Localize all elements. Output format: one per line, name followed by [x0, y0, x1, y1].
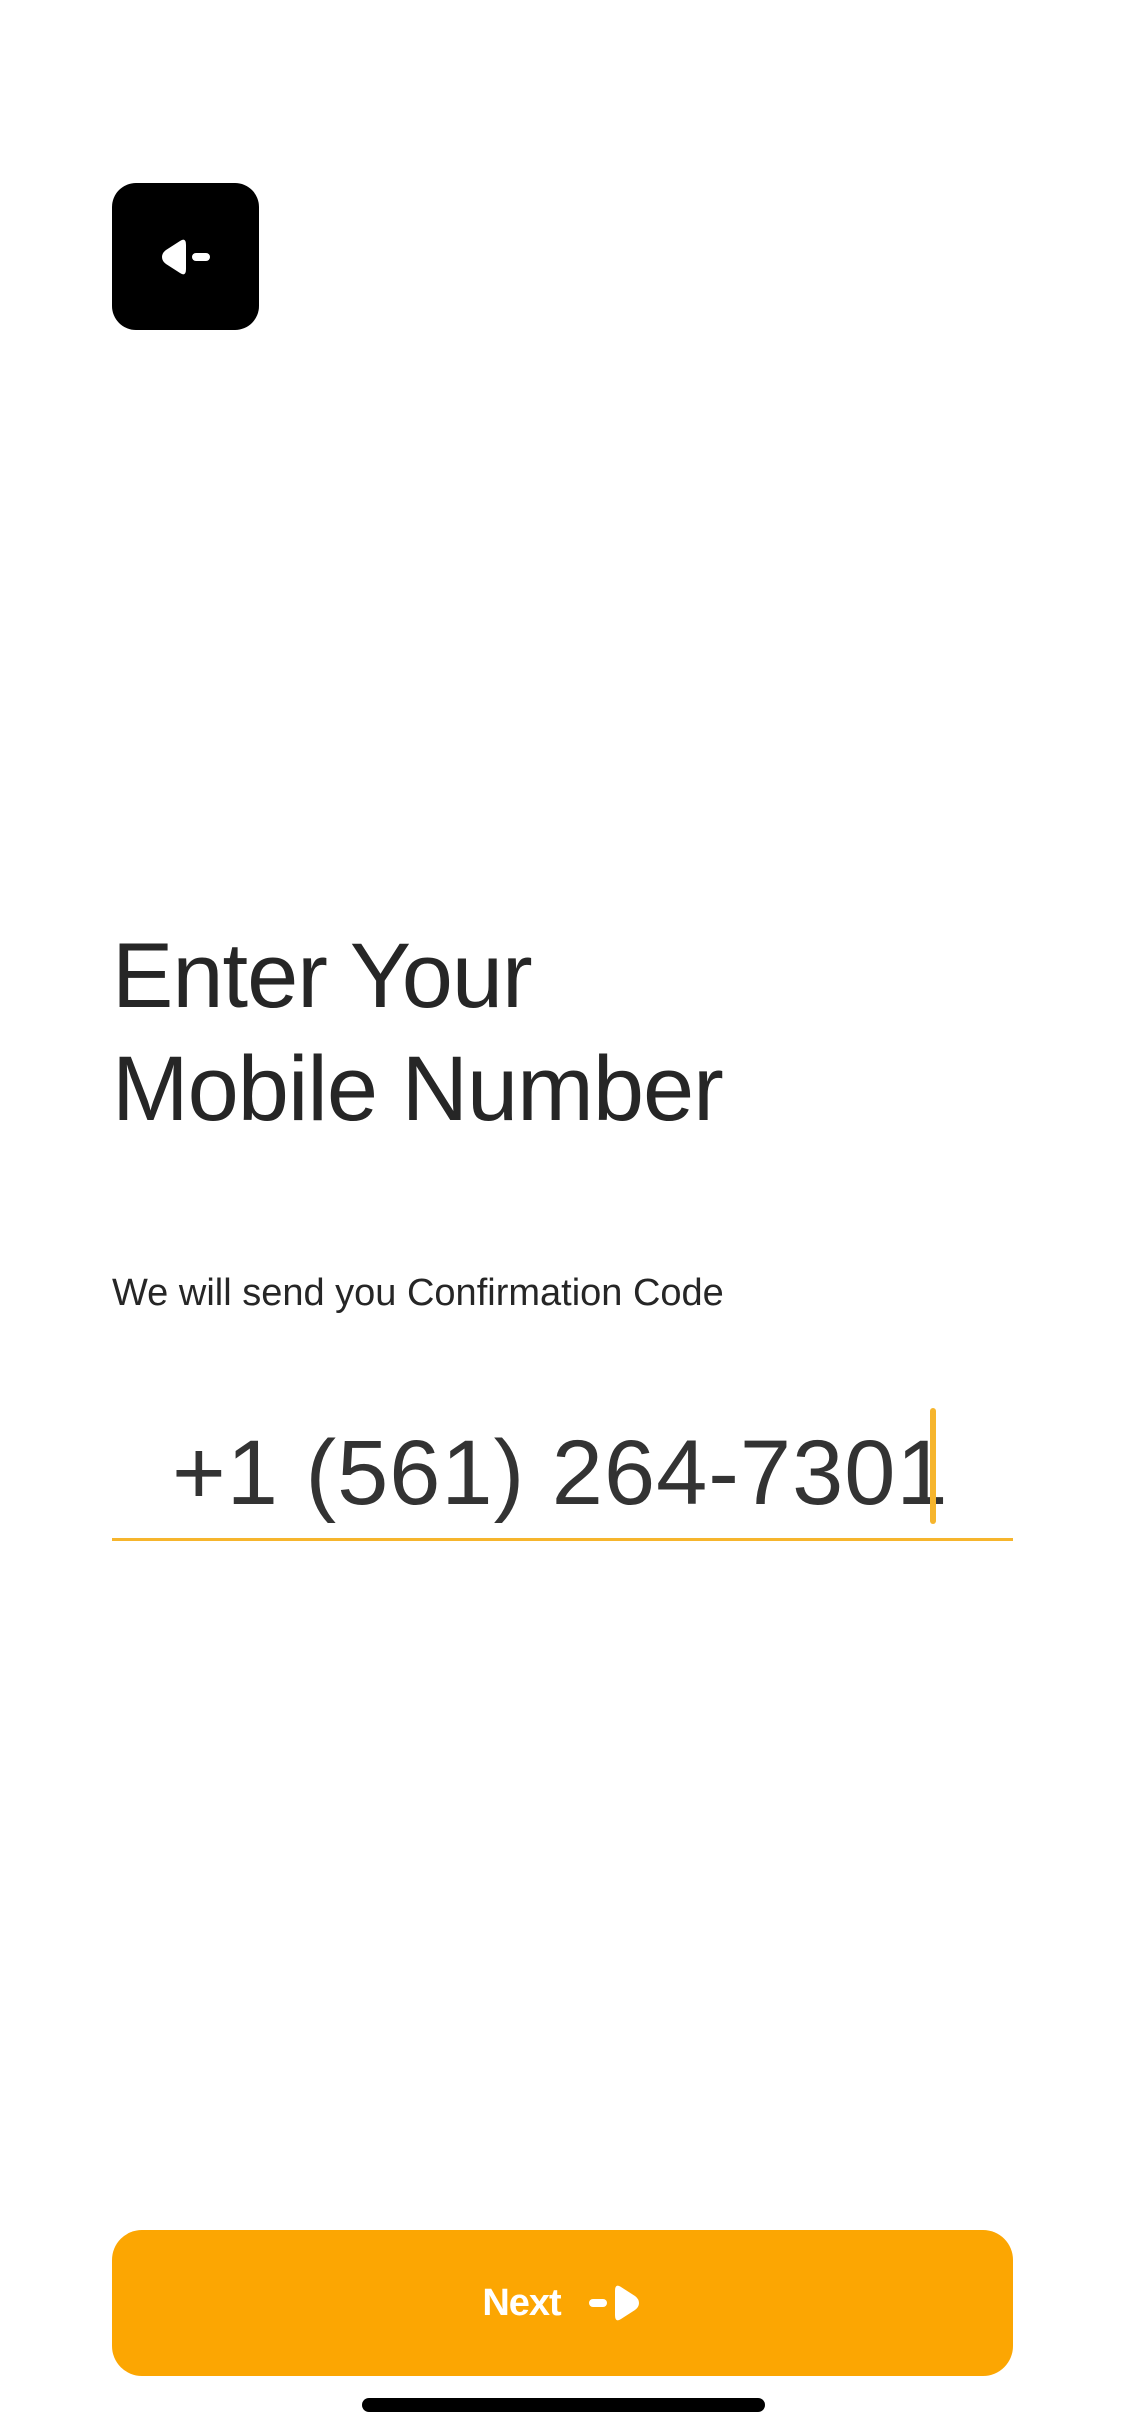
home-indicator: [362, 2398, 765, 2412]
back-button[interactable]: [112, 183, 259, 330]
forward-arrow-icon: [588, 2285, 639, 2321]
phone-number-value[interactable]: +1 (561) 264-7301: [172, 1418, 949, 1528]
subtitle: We will send you Confirmation Code: [112, 1272, 724, 1314]
phone-number-field[interactable]: +1 (561) 264-7301: [112, 1400, 1013, 1541]
page-title-line-1: Enter Your: [112, 925, 533, 1027]
next-button[interactable]: Next: [112, 2230, 1013, 2376]
page-title-line-2: Mobile Number: [112, 1038, 724, 1140]
back-arrow-icon: [161, 239, 210, 274]
text-cursor: [930, 1408, 936, 1524]
page-title: Enter Your Mobile Number: [112, 920, 724, 1146]
next-button-label: Next: [482, 2281, 561, 2324]
